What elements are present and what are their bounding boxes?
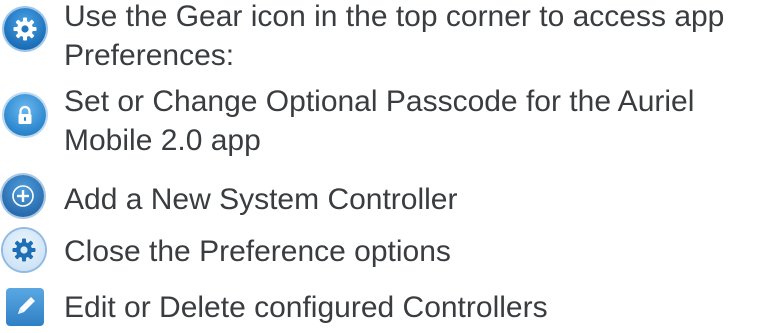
instruction-item-close-preferences: Close the Preference options [0,227,758,271]
instruction-item-add-controller: Add a New System Controller [0,175,758,219]
instruction-text: Edit or Delete configured Controllers [64,291,548,324]
instruction-text: Use the Gear icon in the top corner to a… [64,0,725,72]
gear-icon [3,229,45,271]
instruction-item-gear: Use the Gear icon in the top corner to a… [0,0,758,80]
pencil-icon [6,288,44,326]
gear-icon [4,8,46,50]
plus-icon [2,175,44,217]
instruction-item-edit-controllers: Edit or Delete configured Controllers [0,282,758,330]
instruction-text: Set or Change Optional Passcode for the … [64,85,695,157]
instruction-text: Close the Preference options [64,235,451,268]
instruction-text: Add a New System Controller [64,183,458,216]
lock-icon [4,94,46,136]
instruction-item-passcode: Set or Change Optional Passcode for the … [0,84,758,164]
